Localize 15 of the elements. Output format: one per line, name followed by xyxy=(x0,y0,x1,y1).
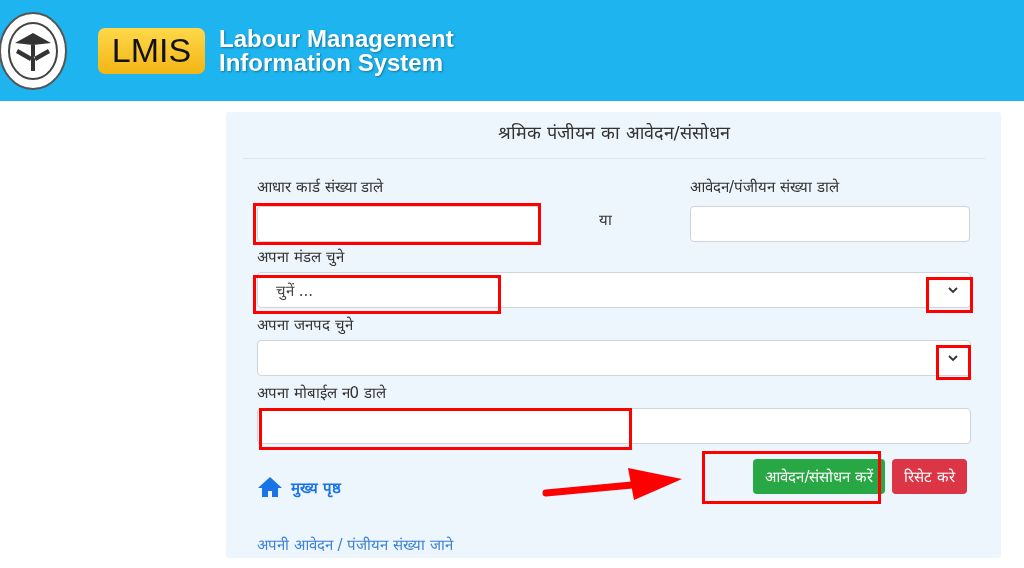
logo: LMIS xyxy=(98,27,205,74)
home-link[interactable]: मुख्य पृष्ठ xyxy=(257,476,342,498)
field-label: अपना मंडल चुने xyxy=(257,247,346,266)
field-label: अपना जनपद चुने xyxy=(257,315,355,334)
home-link-text[interactable]: मुख्य पृष्ठ xyxy=(291,477,342,497)
field-label: आधार कार्ड संख्या डाले xyxy=(257,177,385,196)
form-title: श्रमिक पंजीयन का आवेदन/संसोधन xyxy=(243,112,985,159)
site-title: Labour Management xyxy=(219,26,454,51)
division-select[interactable]: चुनें ... xyxy=(257,272,971,308)
submit-button[interactable]: आवेदन/संसोधन करें xyxy=(753,458,886,494)
reset-button[interactable]: रिसेट करे xyxy=(892,458,967,494)
field-label: अपना मोबाईल न0 डाले xyxy=(257,383,388,402)
find-number-link[interactable]: अपनी आवेदन / पंजीयन संख्या जाने xyxy=(257,534,971,554)
field-label: आवेदन/पंजीयन संख्या डाले xyxy=(690,177,841,196)
or-text: या xyxy=(597,210,613,229)
